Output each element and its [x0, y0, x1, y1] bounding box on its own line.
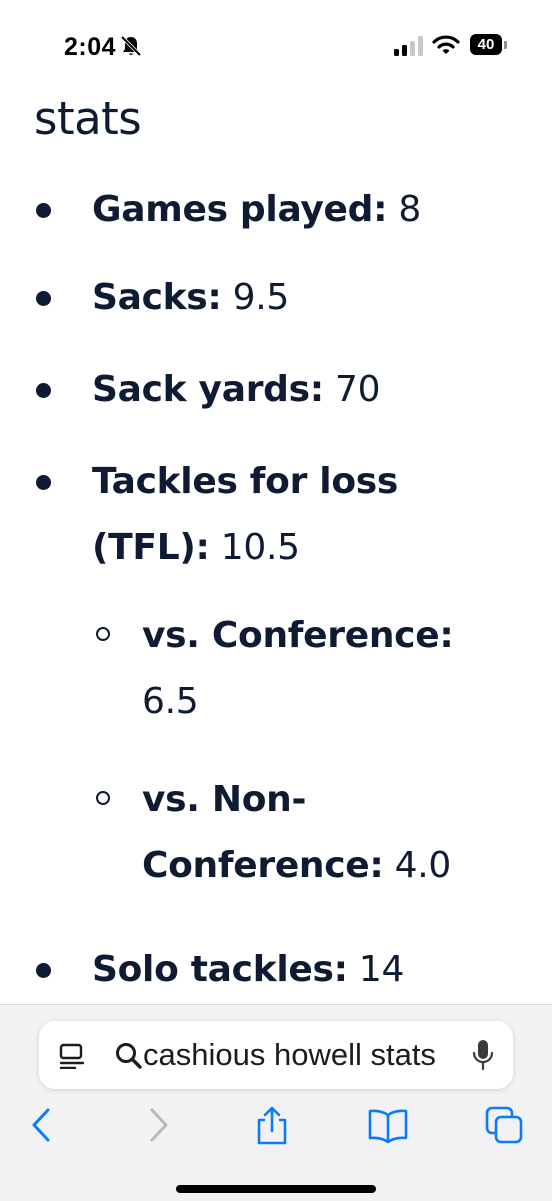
stat-item-solo-tackles: Solo tackles: 14: [92, 949, 405, 990]
battery-icon: 40: [470, 32, 510, 58]
sub-bullet: [96, 627, 110, 641]
page-heading: stats: [34, 92, 142, 145]
address-field[interactable]: cashious howell stats: [143, 1035, 453, 1075]
home-indicator: [176, 1185, 376, 1193]
cellular-signal-icon: [394, 36, 423, 56]
page-content: stats Games played: 8 Sacks: 9.5 Sack ya…: [0, 90, 552, 1005]
battery-level: 40: [477, 36, 495, 53]
stat-item-sack-yards: Sack yards: 70: [92, 369, 381, 410]
tabs-icon[interactable]: [484, 1105, 524, 1145]
stat-item-tackles-for-loss: Tackles for loss (TFL): 10.5: [92, 461, 399, 568]
share-icon[interactable]: [252, 1105, 292, 1145]
back-icon[interactable]: [24, 1105, 64, 1145]
bookmarks-icon[interactable]: [368, 1105, 408, 1145]
browser-toolbar: cashious howell stats: [0, 1004, 552, 1201]
bullet: [36, 963, 51, 978]
stat-item-games-played: Games played: 8: [92, 189, 421, 230]
bullet: [36, 475, 51, 490]
bullet: [36, 383, 51, 398]
forward-icon[interactable]: [138, 1105, 178, 1145]
sub-bullet: [96, 791, 110, 805]
microphone-icon[interactable]: [471, 1039, 495, 1071]
status-time: 2:04: [64, 33, 117, 61]
address-bar[interactable]: cashious howell stats: [39, 1021, 513, 1089]
stat-item-sacks: Sacks: 9.5: [92, 277, 290, 318]
wifi-icon: [432, 35, 460, 54]
search-icon: [116, 1043, 142, 1069]
bullet: [36, 291, 51, 306]
stat-item-vs-non-conference: vs. Non- Conference: 4.0: [142, 779, 452, 886]
stat-item-vs-conference: vs. Conference: 6.5: [142, 615, 454, 722]
bullet: [36, 203, 51, 218]
status-bar: 2:04 40: [0, 0, 552, 90]
reader-mode-icon[interactable]: [59, 1043, 87, 1069]
bell-slash-icon: [120, 35, 142, 57]
